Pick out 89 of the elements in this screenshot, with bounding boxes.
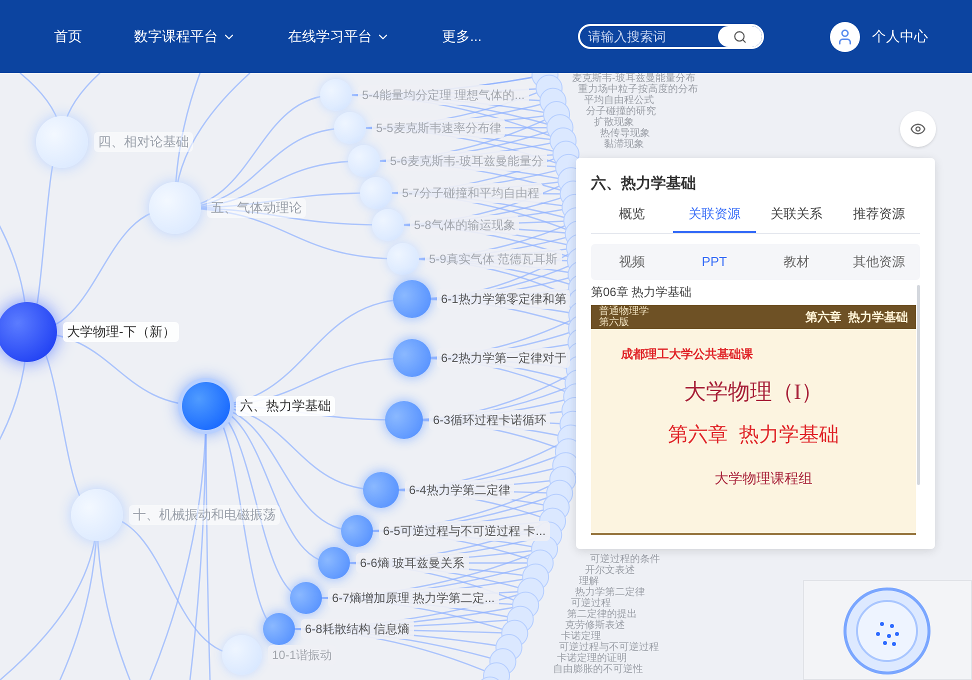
slide-chapter-title: 第六章 热力学基础 xyxy=(668,422,840,448)
graph-node[interactable] xyxy=(0,302,57,362)
node-label: 5-4能量均分定理 理想气体的... xyxy=(358,85,529,105)
node-label: 六、热力学基础 xyxy=(236,396,335,416)
search-icon xyxy=(733,30,747,44)
visibility-button[interactable] xyxy=(900,111,936,147)
graph-node[interactable] xyxy=(320,79,352,111)
slide-book-title: 普通物理学 xyxy=(599,306,649,316)
graph-node[interactable] xyxy=(334,112,366,144)
panel-tab[interactable]: 关联关系 xyxy=(756,204,838,232)
graph-node[interactable] xyxy=(393,339,431,377)
nav-link[interactable]: 更多... xyxy=(442,26,482,47)
minimap[interactable] xyxy=(803,580,972,680)
slide-header-title: 第六章 热力学基础 xyxy=(805,308,908,326)
node-label: 可逆过程与不可逆过程 xyxy=(559,642,660,653)
graph-node[interactable] xyxy=(341,515,373,547)
node-label: 第二定律的提出 xyxy=(567,609,638,620)
graph-node[interactable] xyxy=(71,489,123,541)
graph-node[interactable] xyxy=(385,401,423,439)
graph-node[interactable] xyxy=(363,472,399,508)
node-label: 6-8耗散结构 信息熵 xyxy=(301,619,414,639)
resource-type-tab[interactable]: 其他资源 xyxy=(838,252,920,272)
ppt-slide[interactable]: 普通物理学 第六版 第六章 热力学基础 成都理工大学公共基础课 大学物理（I） 第六章 热力学基础 大学物理课程组 xyxy=(591,304,916,535)
node-label: 麦克斯韦-玻耳兹曼能量分布 xyxy=(572,73,696,84)
panel-tab[interactable]: 推荐资源 xyxy=(838,204,920,232)
node-label: 十、机械振动和电磁振荡 xyxy=(129,505,280,525)
node-label: 平均自由程公式 xyxy=(584,95,654,106)
node-label: 5-8气体的输运现象 xyxy=(410,215,520,235)
node-label: 卡诺定理 xyxy=(561,631,601,642)
node-label: 可逆过程 xyxy=(571,598,612,609)
graph-node[interactable] xyxy=(387,243,419,275)
graph-node[interactable] xyxy=(36,116,88,168)
node-label: 热力学第二定律 xyxy=(575,587,646,598)
node-label: 6-5可逆过程与不可逆过程 卡... xyxy=(379,521,550,541)
node-label: 四、相对论基础 xyxy=(94,132,193,152)
node-label: 6-3循环过程卡诺循环 xyxy=(429,410,550,430)
graph-node[interactable] xyxy=(360,177,392,209)
panel-title: 六、热力学基础 xyxy=(591,174,697,194)
slide-course-title: 大学物理（I） xyxy=(684,378,824,406)
node-label: 5-7分子碰撞和平均自由程 xyxy=(398,183,544,203)
panel-tab[interactable]: 关联资源 xyxy=(673,204,756,232)
search-bar[interactable]: 请输入搜索词 xyxy=(578,24,764,49)
node-label: 卡诺定理的证明 xyxy=(557,653,627,664)
avatar-icon[interactable] xyxy=(830,22,860,52)
graph-node[interactable] xyxy=(149,182,201,234)
node-label: 可逆过程的条件 xyxy=(590,554,660,565)
node-label: 6-6熵 玻耳兹曼关系 xyxy=(356,553,469,573)
search-input[interactable]: 请输入搜索词 xyxy=(580,26,718,46)
node-label: 6-7熵增加原理 热力学第二定... xyxy=(328,588,499,608)
graph-node[interactable] xyxy=(263,613,295,645)
slide-book-edition: 第六版 xyxy=(599,316,630,328)
resource-type-tab[interactable]: 教材 xyxy=(756,252,838,272)
graph-node[interactable] xyxy=(290,582,322,614)
graph-node[interactable] xyxy=(182,382,230,430)
node-label: 扩散现象 xyxy=(594,117,635,128)
nav-link[interactable]: 数字课程平台 xyxy=(134,26,236,47)
panel-tab[interactable]: 概览 xyxy=(591,204,674,232)
node-label: 黏滞现象 xyxy=(604,139,645,150)
resource-type-tab[interactable]: 视频 xyxy=(591,252,674,272)
scrollbar[interactable] xyxy=(917,284,920,484)
node-label: 6-2热力学第一定律对于 xyxy=(437,348,570,368)
node-label: 自由膨胀的不可逆性 xyxy=(553,664,644,675)
node-label: 5-5麦克斯韦速率分布律 xyxy=(372,118,506,138)
node-label: 分子碰撞的研究 xyxy=(586,106,657,117)
node-label: 五、气体动理论 xyxy=(207,198,306,218)
graph-node[interactable] xyxy=(348,145,380,177)
graph-node[interactable] xyxy=(222,635,262,675)
node-label: 5-9真实气体 范德瓦耳斯 xyxy=(425,249,562,269)
graph-node[interactable] xyxy=(318,547,350,579)
resource-title: 第06章 热力学基础 xyxy=(591,284,693,300)
search-button[interactable] xyxy=(718,26,762,47)
nav-link[interactable]: 在线学习平台 xyxy=(288,26,390,47)
resource-type-tab[interactable]: PPT xyxy=(673,252,756,272)
node-label: 热传导现象 xyxy=(600,128,651,139)
nav-link[interactable]: 首页 xyxy=(54,26,82,47)
node-label: 大学物理-下（新） xyxy=(63,322,180,342)
node-label: 6-4热力学第二定律 xyxy=(405,480,514,500)
slide-school: 成都理工大学公共基础课 xyxy=(621,346,754,362)
graph-node[interactable] xyxy=(393,280,431,318)
user-center-link[interactable]: 个人中心 xyxy=(872,26,928,47)
slide-author: 大学物理课程组 xyxy=(714,468,812,488)
node-label: 克劳修斯表述 xyxy=(565,620,626,631)
node-label: 理解 xyxy=(579,576,600,587)
node-label: 6-1热力学第零定律和第 xyxy=(437,289,570,309)
node-label: 开尔文表述 xyxy=(585,565,636,576)
node-label: 重力场中粒子按高度的分布 xyxy=(578,84,698,95)
graph-node[interactable] xyxy=(372,209,404,241)
eye-icon xyxy=(910,121,926,137)
node-label: 5-6麦克斯韦-玻耳兹曼能量分 xyxy=(386,151,548,171)
